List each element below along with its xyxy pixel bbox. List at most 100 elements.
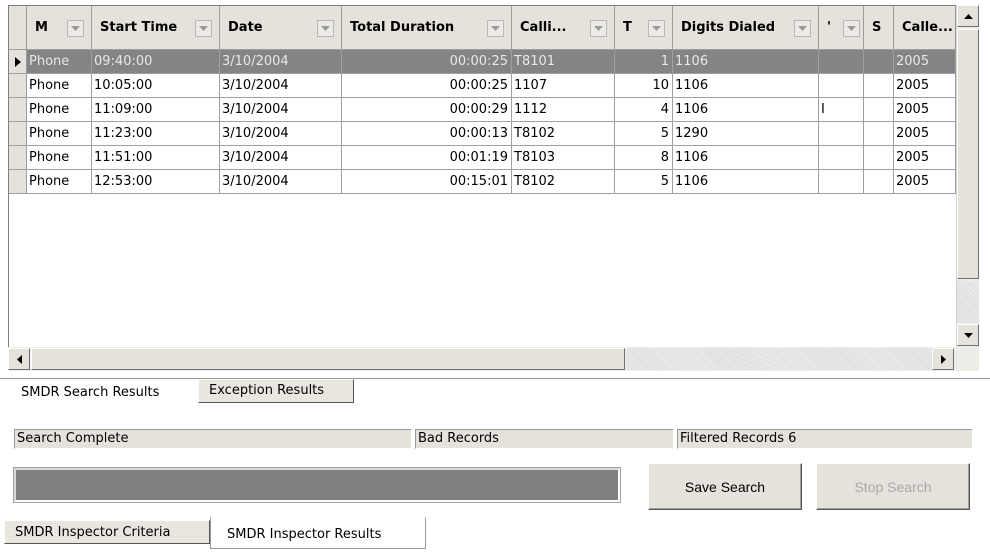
row-indicator[interactable]: [9, 74, 27, 98]
s-cell[interactable]: [864, 98, 894, 122]
t-cell[interactable]: 10: [615, 74, 673, 98]
total-duration-cell[interactable]: 00:01:19: [342, 146, 512, 170]
horizontal-scroll-track[interactable]: [626, 348, 932, 370]
calling-cell[interactable]: T8103: [512, 146, 615, 170]
digits-dialed-cell[interactable]: 1106: [673, 146, 819, 170]
column-header-flag[interactable]: ': [819, 6, 864, 50]
column-header-date[interactable]: Date: [220, 6, 342, 50]
row-indicator[interactable]: [9, 122, 27, 146]
column-header-t[interactable]: T: [615, 6, 673, 50]
row-indicator[interactable]: [9, 50, 27, 74]
s-cell[interactable]: [864, 146, 894, 170]
calling-cell[interactable]: 1112: [512, 98, 615, 122]
scroll-up-button[interactable]: [957, 5, 979, 27]
start-time-cell[interactable]: 11:23:00: [92, 122, 220, 146]
vertical-scroll-thumb[interactable]: [957, 29, 979, 279]
table-row[interactable]: Phone 11:09:00 3/10/2004 00:00:29 1112 4 1106 I…: [9, 98, 956, 122]
type-cell[interactable]: Phone: [27, 122, 92, 146]
start-time-cell[interactable]: 09:40:00: [92, 50, 220, 74]
column-header-calling[interactable]: Calli...: [512, 6, 615, 50]
flag-cell[interactable]: [819, 170, 864, 194]
t-cell[interactable]: 8: [615, 146, 673, 170]
column-header-start-time[interactable]: Start Time: [92, 6, 220, 50]
tab-smdr-inspector-results[interactable]: SMDR Inspector Results: [210, 517, 426, 549]
row-indicator[interactable]: [9, 170, 27, 194]
called-cell[interactable]: 2005: [894, 98, 956, 122]
stop-search-button[interactable]: Stop Search: [816, 463, 970, 510]
called-cell[interactable]: 2005: [894, 50, 956, 74]
column-header-called[interactable]: Calle...: [894, 6, 956, 50]
start-time-cell[interactable]: 11:09:00: [92, 98, 220, 122]
total-duration-cell[interactable]: 00:00:25: [342, 50, 512, 74]
filter-dropdown-icon[interactable]: [843, 20, 860, 37]
calling-cell[interactable]: 1107: [512, 74, 615, 98]
t-cell[interactable]: 5: [615, 170, 673, 194]
filter-dropdown-icon[interactable]: [317, 20, 334, 37]
table-row[interactable]: Phone 11:23:00 3/10/2004 00:00:13 T8102 5 1290…: [9, 122, 956, 146]
calling-cell[interactable]: T8102: [512, 122, 615, 146]
filter-dropdown-icon[interactable]: [590, 20, 607, 37]
start-time-cell[interactable]: 12:53:00: [92, 170, 220, 194]
filter-dropdown-icon[interactable]: [67, 20, 84, 37]
date-cell[interactable]: 3/10/2004: [220, 122, 342, 146]
column-header-total-duration[interactable]: Total Duration: [342, 6, 512, 50]
horizontal-scrollbar[interactable]: [8, 347, 956, 371]
t-cell[interactable]: 1: [615, 50, 673, 74]
filter-dropdown-icon[interactable]: [487, 20, 504, 37]
s-cell[interactable]: [864, 122, 894, 146]
date-cell[interactable]: 3/10/2004: [220, 170, 342, 194]
digits-dialed-cell[interactable]: 1106: [673, 98, 819, 122]
called-cell[interactable]: 2005: [894, 146, 956, 170]
table-row[interactable]: Phone 11:51:00 3/10/2004 00:01:19 T8103 8 1106…: [9, 146, 956, 170]
filter-dropdown-icon[interactable]: [195, 20, 212, 37]
table-row[interactable]: Phone 10:05:00 3/10/2004 00:00:25 1107 10 1106…: [9, 74, 956, 98]
s-cell[interactable]: [864, 170, 894, 194]
row-indicator[interactable]: [9, 146, 27, 170]
filter-dropdown-icon[interactable]: [648, 20, 665, 37]
tab-smdr-search-results[interactable]: SMDR Search Results: [8, 379, 196, 406]
tab-exception-results[interactable]: Exception Results: [198, 379, 354, 403]
total-duration-cell[interactable]: 00:00:25: [342, 74, 512, 98]
date-cell[interactable]: 3/10/2004: [220, 50, 342, 74]
column-header-s[interactable]: S: [864, 6, 894, 50]
filter-dropdown-icon[interactable]: [794, 20, 811, 37]
flag-cell[interactable]: [819, 146, 864, 170]
calling-cell[interactable]: T8101: [512, 50, 615, 74]
flag-cell[interactable]: [819, 50, 864, 74]
scroll-left-button[interactable]: [8, 348, 30, 370]
type-cell[interactable]: Phone: [27, 74, 92, 98]
type-cell[interactable]: Phone: [27, 146, 92, 170]
type-cell[interactable]: Phone: [27, 170, 92, 194]
digits-dialed-cell[interactable]: 1106: [673, 170, 819, 194]
type-cell[interactable]: Phone: [27, 50, 92, 74]
vertical-scroll-track[interactable]: [957, 281, 979, 323]
digits-dialed-cell[interactable]: 1106: [673, 74, 819, 98]
column-header-m[interactable]: M: [27, 6, 92, 50]
horizontal-scroll-thumb[interactable]: [31, 348, 625, 370]
tab-smdr-inspector-criteria[interactable]: SMDR Inspector Criteria: [4, 520, 210, 544]
results-grid[interactable]: M Start Time Date Total Duration Calli..…: [8, 5, 956, 347]
total-duration-cell[interactable]: 00:15:01: [342, 170, 512, 194]
date-cell[interactable]: 3/10/2004: [220, 98, 342, 122]
digits-dialed-cell[interactable]: 1106: [673, 50, 819, 74]
flag-cell[interactable]: [819, 122, 864, 146]
date-cell[interactable]: 3/10/2004: [220, 146, 342, 170]
table-row[interactable]: Phone 09:40:00 3/10/2004 00:00:25 T8101 1 1106…: [9, 50, 956, 74]
table-row[interactable]: Phone 12:53:00 3/10/2004 00:15:01 T8102 5 1106…: [9, 170, 956, 194]
digits-dialed-cell[interactable]: 1290: [673, 122, 819, 146]
date-cell[interactable]: 3/10/2004: [220, 74, 342, 98]
type-cell[interactable]: Phone: [27, 98, 92, 122]
row-indicator[interactable]: [9, 98, 27, 122]
total-duration-cell[interactable]: 00:00:29: [342, 98, 512, 122]
vertical-scrollbar[interactable]: [956, 5, 979, 347]
flag-cell[interactable]: [819, 74, 864, 98]
start-time-cell[interactable]: 10:05:00: [92, 74, 220, 98]
flag-cell[interactable]: I: [819, 98, 864, 122]
called-cell[interactable]: 2005: [894, 74, 956, 98]
t-cell[interactable]: 5: [615, 122, 673, 146]
called-cell[interactable]: 2005: [894, 122, 956, 146]
scroll-down-button[interactable]: [957, 324, 979, 346]
save-search-button[interactable]: Save Search: [648, 463, 802, 510]
total-duration-cell[interactable]: 00:00:13: [342, 122, 512, 146]
s-cell[interactable]: [864, 74, 894, 98]
